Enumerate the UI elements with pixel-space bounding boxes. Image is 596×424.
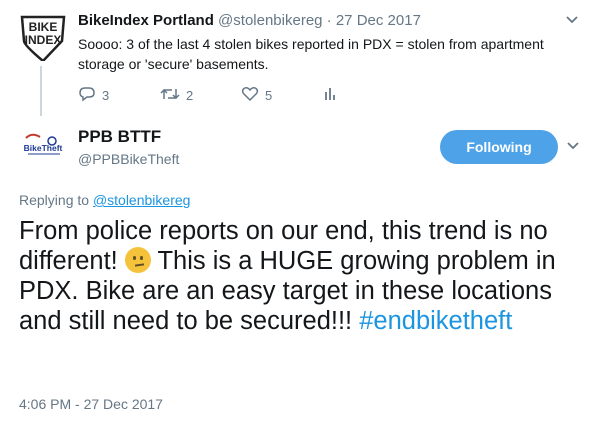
confused-face-icon (124, 247, 151, 273)
main-display-name[interactable]: PPB BTTF (78, 127, 161, 147)
header-separator: · (326, 12, 332, 29)
retweet-icon (160, 86, 180, 105)
analytics-icon (323, 86, 337, 105)
replying-to-handle-link[interactable]: @stolenbikereg (93, 192, 191, 208)
chevron-down-icon[interactable] (565, 12, 579, 29)
ppb-bttf-avatar[interactable]: BikeTheft (18, 132, 68, 160)
chevron-down-icon[interactable] (566, 138, 580, 157)
tweet-timestamp[interactable]: 4:06 PM - 27 Dec 2017 (19, 396, 163, 412)
reply-icon (78, 86, 96, 105)
analytics-action[interactable] (323, 86, 337, 105)
reply-count: 3 (102, 88, 110, 103)
like-icon (241, 86, 259, 105)
bike-theft-logo: BikeTheft (24, 133, 63, 155)
replying-prefix: Replying to (19, 192, 93, 208)
svg-text:BIKE: BIKE (29, 20, 58, 34)
parent-tweet-text: Soooo: 3 of the last 4 stolen bikes repo… (78, 36, 544, 72)
parent-display-name[interactable]: BikeIndex Portland (78, 12, 214, 29)
parent-tweet-actions: 3 2 5 (78, 86, 378, 106)
replying-to: Replying to @stolenbikereg (19, 192, 190, 208)
retweet-count: 2 (186, 88, 194, 103)
reply-action[interactable]: 3 (78, 86, 109, 105)
bikeindex-avatar[interactable]: BIKE INDEX (18, 11, 68, 63)
like-action[interactable]: 5 (241, 86, 272, 105)
main-tweet-text: From police reports on our end, this tre… (19, 216, 584, 336)
svg-text:BikeTheft: BikeTheft (24, 143, 63, 153)
thread-connector-line (40, 66, 42, 116)
parent-tweet-header: BikeIndex Portland @stolenbikereg · 27 D… (78, 12, 421, 29)
following-button[interactable]: Following (440, 130, 558, 164)
retweet-action[interactable]: 2 (160, 86, 193, 105)
parent-handle[interactable]: @stolenbikereg (218, 12, 322, 29)
like-count: 5 (265, 88, 273, 103)
svg-text:INDEX: INDEX (25, 33, 62, 47)
bikeindex-shield-logo: BIKE INDEX (20, 15, 66, 63)
hashtag-link[interactable]: #endbiketheft (359, 307, 512, 335)
parent-date[interactable]: 27 Dec 2017 (336, 12, 421, 29)
main-handle[interactable]: @PPBBikeTheft (78, 151, 179, 167)
